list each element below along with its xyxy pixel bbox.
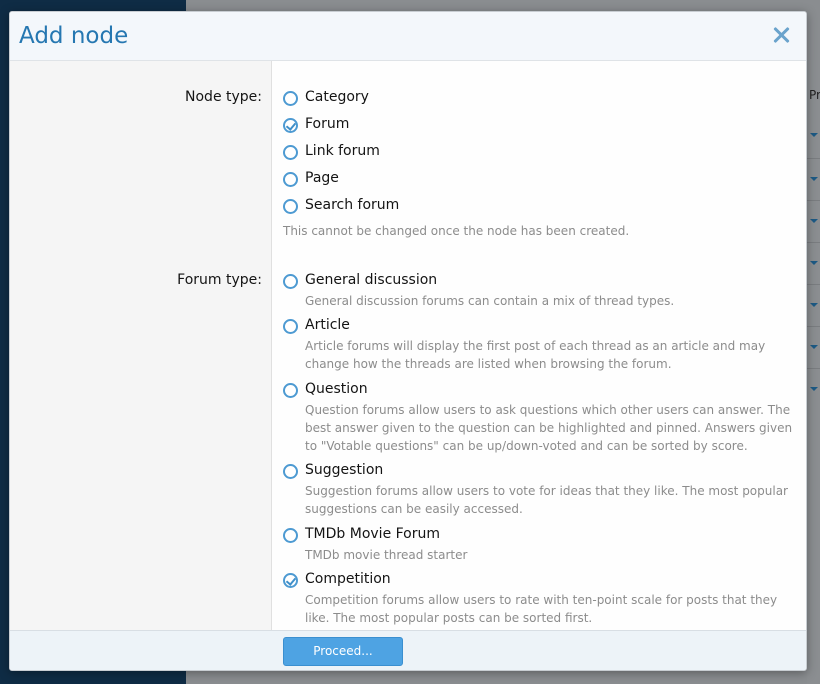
radio-unchecked-icon[interactable] — [283, 528, 298, 543]
close-icon[interactable] — [770, 23, 792, 47]
option-description: Competition forums allow users to rate w… — [305, 593, 778, 625]
radio-unchecked-icon[interactable] — [283, 319, 298, 334]
dialog-title: Add node — [19, 23, 129, 49]
option-label: TMDb Movie Forum — [305, 526, 441, 542]
option-label: Search forum — [305, 197, 400, 213]
radio-unchecked-icon[interactable] — [283, 145, 298, 160]
option-description: General discussion forums can contain a … — [305, 294, 675, 308]
option-label: Question — [305, 381, 368, 397]
chevron-down-icon — [810, 133, 818, 137]
forum-type-label: Forum type: — [177, 272, 262, 288]
option-description: TMDb movie thread starter — [305, 548, 468, 562]
dialog-footer: Proceed... — [10, 630, 806, 670]
chevron-down-icon — [810, 303, 818, 307]
radio-unchecked-icon[interactable] — [283, 91, 298, 106]
radio-unchecked-icon[interactable] — [283, 274, 298, 289]
option-label: Competition — [305, 571, 391, 587]
option-label: General discussion — [305, 272, 438, 288]
option-label: Forum — [305, 116, 350, 132]
background-column-header: Pr — [809, 88, 820, 102]
node-type-label: Node type: — [185, 89, 262, 105]
chevron-down-icon — [810, 177, 818, 181]
option-description: Article forums will display the first po… — [305, 339, 766, 371]
option-label: Article — [305, 317, 350, 333]
radio-unchecked-icon[interactable] — [283, 199, 298, 214]
chevron-down-icon — [810, 261, 818, 265]
option-description: Suggestion forums allow users to vote fo… — [305, 484, 788, 516]
proceed-button[interactable]: Proceed... — [283, 637, 403, 666]
option-label: Category — [305, 89, 369, 105]
chevron-down-icon — [810, 219, 818, 223]
option-label: Suggestion — [305, 462, 384, 478]
background-table-edge: Pr — [807, 60, 820, 684]
radio-unchecked-icon[interactable] — [283, 383, 298, 398]
node-type-hint: This cannot be changed once the node has… — [283, 224, 630, 238]
radio-checked-icon[interactable] — [283, 573, 298, 588]
dialog-header: Add node — [10, 12, 806, 61]
chevron-down-icon — [810, 345, 818, 349]
option-label: Link forum — [305, 143, 380, 159]
option-description: Question forums allow users to ask quest… — [305, 403, 793, 453]
add-node-dialog: Add node Node type: Forum type: Category… — [9, 11, 807, 671]
radio-unchecked-icon[interactable] — [283, 172, 298, 187]
chevron-down-icon — [810, 387, 818, 391]
dialog-body: Node type: Forum type: Category Forum Li… — [10, 61, 806, 630]
radio-checked-icon[interactable] — [283, 118, 298, 133]
radio-unchecked-icon[interactable] — [283, 464, 298, 479]
label-column: Node type: Forum type: — [10, 61, 272, 630]
option-label: Page — [305, 170, 339, 186]
